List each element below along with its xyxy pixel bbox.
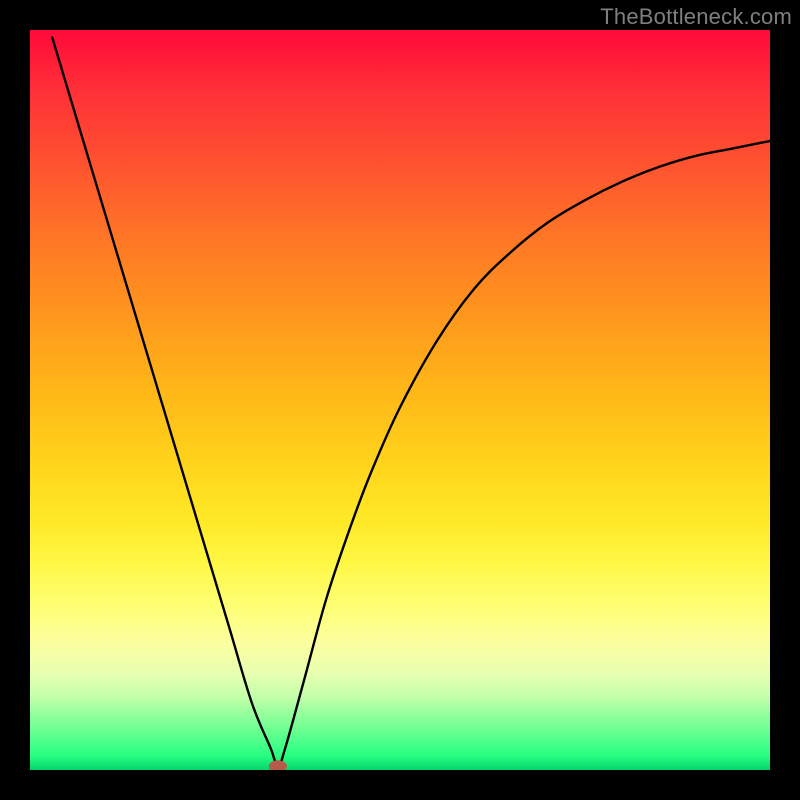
watermark-text: TheBottleneck.com: [600, 4, 792, 30]
chart-frame: TheBottleneck.com: [0, 0, 800, 800]
plot-area: [30, 30, 770, 770]
optimum-marker-icon: [269, 760, 287, 770]
curve-layer: [30, 30, 770, 770]
bottleneck-curve: [52, 37, 770, 766]
